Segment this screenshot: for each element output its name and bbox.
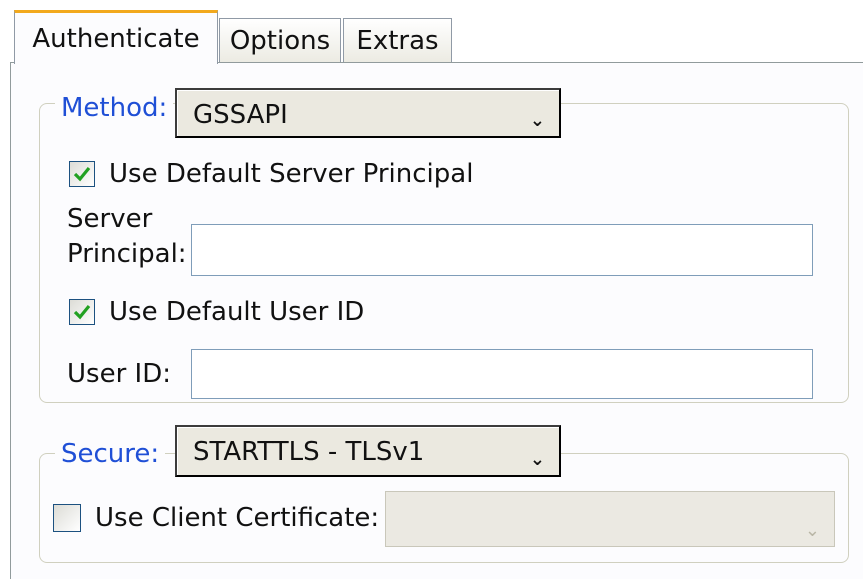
secure-dropdown[interactable]: STARTTLS - TLSv1 ⌄	[175, 425, 561, 477]
server-principal-input[interactable]	[191, 224, 813, 276]
method-label: Method:	[55, 93, 174, 123]
tab-options-label: Options	[229, 25, 331, 56]
use-default-server-principal-label: Use Default Server Principal	[109, 159, 474, 189]
tab-extras[interactable]: Extras	[343, 18, 452, 62]
chevron-down-icon: ⌄	[529, 449, 545, 470]
user-id-label: User ID:	[67, 359, 171, 389]
method-dropdown-value: GSSAPI	[193, 100, 288, 130]
server-principal-label-line2: Principal:	[67, 239, 187, 269]
server-principal-label-line1: Server	[67, 204, 153, 234]
client-certificate-dropdown[interactable]: ⌄	[385, 491, 835, 547]
chevron-down-icon: ⌄	[804, 520, 820, 541]
chevron-down-icon: ⌄	[529, 110, 545, 131]
tab-authenticate-label: Authenticate	[32, 23, 200, 54]
secure-label: Secure:	[55, 439, 166, 469]
user-id-input[interactable]	[191, 349, 813, 399]
tab-panel-authenticate: Method: GSSAPI ⌄ Use Default Server Prin…	[10, 62, 863, 579]
tab-options[interactable]: Options	[219, 18, 341, 62]
secure-dropdown-value: STARTTLS - TLSv1	[193, 437, 425, 467]
use-default-server-principal-checkbox[interactable]	[69, 161, 95, 187]
use-client-certificate-checkbox[interactable]	[53, 504, 81, 532]
tab-extras-label: Extras	[356, 25, 439, 56]
tab-authenticate[interactable]: Authenticate	[14, 10, 218, 64]
use-client-certificate-label: Use Client Certificate:	[95, 503, 380, 533]
use-default-user-id-checkbox[interactable]	[69, 299, 95, 325]
use-default-user-id-label: Use Default User ID	[109, 297, 365, 327]
method-dropdown[interactable]: GSSAPI ⌄	[175, 88, 561, 138]
checkmark-icon	[73, 166, 91, 182]
authentication-settings-window: Authenticate Options Extras Method: GSSA…	[0, 0, 863, 579]
checkmark-icon	[73, 304, 91, 320]
